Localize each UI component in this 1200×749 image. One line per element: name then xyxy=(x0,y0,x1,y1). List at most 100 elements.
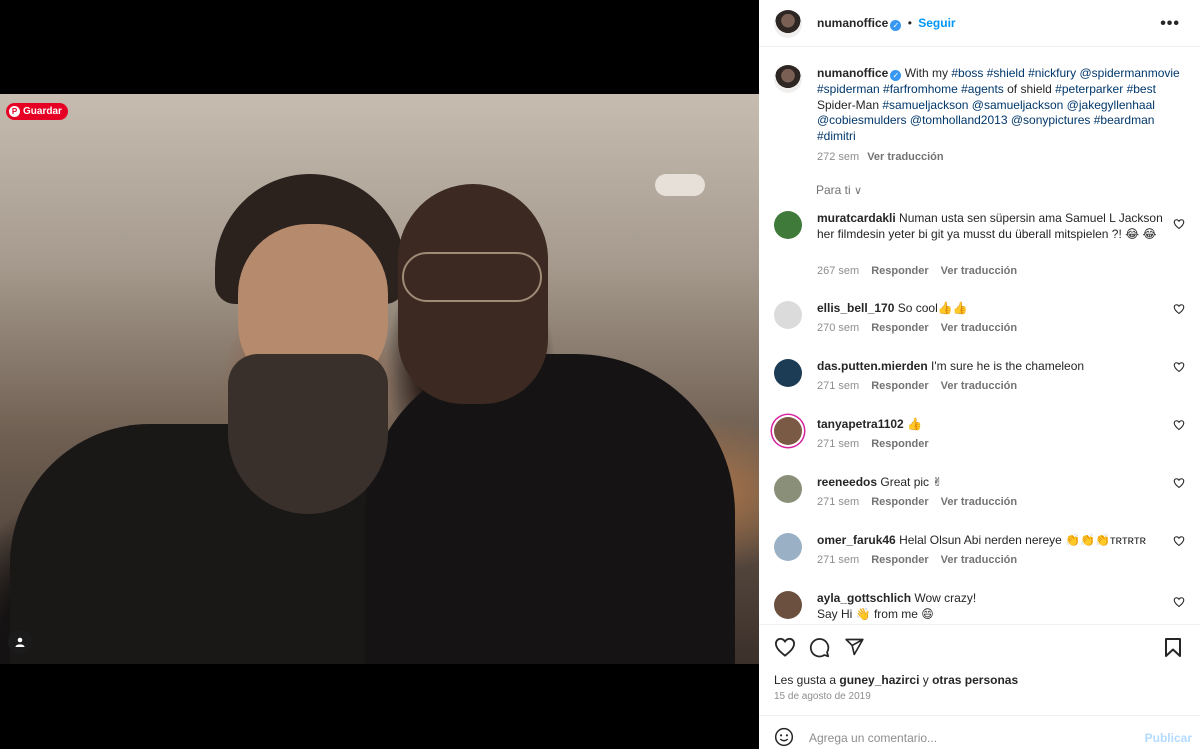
translate-link[interactable]: Ver traducción xyxy=(941,265,1017,277)
commenter-username[interactable]: ellis_bell_170 xyxy=(817,301,894,315)
commenter-username[interactable]: reeneedos xyxy=(817,475,877,489)
comment-text: ayla_gottschlich Wow crazy! Say Hi 👋 fro… xyxy=(817,591,1167,622)
comment-text: ellis_bell_170 So cool👍👍 xyxy=(817,301,1167,317)
tagged-users-button[interactable] xyxy=(8,630,32,654)
caption-hashtag-link[interactable]: #boss xyxy=(951,66,983,80)
like-heart-icon[interactable] xyxy=(774,637,796,657)
comment-input[interactable]: Agrega un comentario... xyxy=(809,731,937,745)
author-username[interactable]: numanoffice xyxy=(817,16,888,30)
comment-sort-label: Para ti xyxy=(816,183,851,197)
comment-text: omer_faruk46 Helal Olsun Abi nerden nere… xyxy=(817,533,1167,549)
publish-button[interactable]: Publicar xyxy=(1145,731,1192,745)
caption-hashtag-link[interactable]: #dimitri xyxy=(817,129,856,143)
caption-hashtag-link[interactable]: @spidermanmovie xyxy=(1079,66,1179,80)
commenter-avatar[interactable] xyxy=(774,417,802,445)
commenter-avatar[interactable] xyxy=(774,591,802,619)
follow-button[interactable]: Seguir xyxy=(918,16,955,30)
more-options-icon[interactable]: ••• xyxy=(1160,15,1180,33)
caption-time: 272 sem xyxy=(817,151,860,163)
commenter-username[interactable]: tanyapetra1102 xyxy=(817,417,904,431)
caption-hashtag-link[interactable]: #farfromhome xyxy=(883,82,958,96)
reply-button[interactable]: Responder xyxy=(871,265,928,277)
caption-hashtag-link[interactable]: @samueljackson xyxy=(972,98,1064,112)
translate-link[interactable]: Ver traducción xyxy=(941,554,1017,566)
caption-translate-link[interactable]: Ver traducción xyxy=(867,151,943,163)
comment-time: 270 sem xyxy=(817,322,860,334)
comment-text: tanyapetra1102 👍 xyxy=(817,417,1167,433)
caption-hashtag-link[interactable]: #agents xyxy=(961,82,1004,96)
emoji-icon[interactable] xyxy=(774,727,794,747)
commenter-avatar[interactable] xyxy=(774,301,802,329)
header-separator: • xyxy=(907,16,912,30)
comment-like-heart-icon[interactable] xyxy=(1173,218,1185,230)
comment-meta: 267 sem Responder Ver traducción xyxy=(817,265,1029,277)
comment-like-heart-icon[interactable] xyxy=(1173,477,1185,489)
translate-link[interactable]: Ver traducción xyxy=(941,496,1017,508)
comment-meta: 271 sem Responder Ver traducción xyxy=(817,496,1029,508)
comment-body: I'm sure he is the chameleon xyxy=(931,359,1085,373)
likes-user-link[interactable]: guney_hazirci xyxy=(839,673,919,687)
commenter-username[interactable]: ayla_gottschlich xyxy=(817,591,911,605)
person-left-beard xyxy=(228,354,388,514)
verified-badge-icon: ✓ xyxy=(890,20,902,31)
media-panel: P Guardar xyxy=(0,0,759,749)
commenter-avatar[interactable] xyxy=(774,211,802,239)
caption-hashtag-link[interactable]: #spiderman xyxy=(817,82,880,96)
caption-hashtag-link[interactable]: #peterparker xyxy=(1055,82,1123,96)
caption-hashtag-link[interactable]: @tomholland2013 xyxy=(910,113,1008,127)
comment-meta: 270 sem Responder Ver traducción xyxy=(817,322,1029,334)
post-side-panel: numanoffice ✓ • Seguir ••• numanoffice ✓ W… xyxy=(759,0,1200,749)
post-photo[interactable] xyxy=(0,94,759,664)
caption-username[interactable]: numanoffice xyxy=(817,66,888,80)
comment-like-heart-icon[interactable] xyxy=(1173,419,1185,431)
caption-hashtag-link[interactable]: @sonypictures xyxy=(1011,113,1091,127)
comment-body: 👍 xyxy=(907,417,923,431)
commenter-avatar[interactable] xyxy=(774,359,802,387)
add-comment-bar: Agrega un comentario... Publicar xyxy=(759,715,1200,749)
comment-sort-dropdown[interactable]: Para ti ∨ xyxy=(816,183,862,197)
comment-time: 271 sem xyxy=(817,438,860,450)
reply-button[interactable]: Responder xyxy=(871,438,928,450)
author-avatar[interactable] xyxy=(774,10,802,38)
comment-body: So cool👍👍 xyxy=(897,301,968,315)
commenter-avatar[interactable] xyxy=(774,475,802,503)
reply-button[interactable]: Responder xyxy=(871,380,928,392)
comment-meta: 271 sem Responder Ver traducción xyxy=(817,380,1029,392)
instagram-post-modal: P Guardar numanoffice ✓ • Seguir ••• numa… xyxy=(0,0,1200,749)
caption-avatar[interactable] xyxy=(774,65,802,93)
post-caption: numanoffice ✓ With my #boss #shield #nick… xyxy=(817,66,1187,145)
caption-hashtag-link[interactable]: #beardman xyxy=(1094,113,1155,127)
caption-text-segment: of shield xyxy=(1003,81,1056,96)
pinterest-save-button[interactable]: P Guardar xyxy=(6,103,68,120)
chevron-down-icon: ∨ xyxy=(854,185,863,197)
share-send-icon[interactable] xyxy=(844,637,865,657)
translate-link[interactable]: Ver traducción xyxy=(941,380,1017,392)
comment-like-heart-icon[interactable] xyxy=(1173,303,1185,315)
translate-link[interactable]: Ver traducción xyxy=(941,322,1017,334)
comment-like-heart-icon[interactable] xyxy=(1173,596,1185,608)
likes-prefix: Les gusta a xyxy=(774,673,840,687)
caption-hashtag-link[interactable]: @cobiesmulders xyxy=(817,113,907,127)
caption-hashtag-link[interactable]: #best xyxy=(1127,82,1156,96)
commenter-avatar[interactable] xyxy=(774,533,802,561)
likes-others-link[interactable]: otras personas xyxy=(932,673,1018,687)
commenter-username[interactable]: omer_faruk46 xyxy=(817,533,896,547)
reply-button[interactable]: Responder xyxy=(871,322,928,334)
caption-hashtag-link[interactable]: #nickfury xyxy=(1028,66,1076,80)
reply-button[interactable]: Responder xyxy=(871,554,928,566)
likes-summary: Les gusta a guney_hazirci y otras person… xyxy=(774,673,1018,687)
comment-meta: 271 sem Responder Ver traducción xyxy=(817,554,1029,566)
comment-text: reeneedos Great pic ✌ xyxy=(817,475,1167,491)
caption-hashtag-link[interactable]: #samueljackson xyxy=(882,98,968,112)
commenter-username[interactable]: muratcardakli xyxy=(817,211,896,225)
comment-body: Helal Olsun Abi nerden nereye 👏👏👏ᴛʀᴛʀᴛʀ xyxy=(899,533,1146,547)
comment-like-heart-icon[interactable] xyxy=(1173,535,1185,547)
reply-button[interactable]: Responder xyxy=(871,496,928,508)
commenter-username[interactable]: das.putten.mierden xyxy=(817,359,928,373)
comment-bubble-icon[interactable] xyxy=(809,637,830,658)
comment-like-heart-icon[interactable] xyxy=(1173,361,1185,373)
post-date: 15 de agosto de 2019 xyxy=(774,691,871,702)
caption-hashtag-link[interactable]: #shield xyxy=(987,66,1025,80)
save-bookmark-icon[interactable] xyxy=(1164,637,1182,658)
caption-hashtag-link[interactable]: @jakegyllenhaal xyxy=(1067,98,1155,112)
